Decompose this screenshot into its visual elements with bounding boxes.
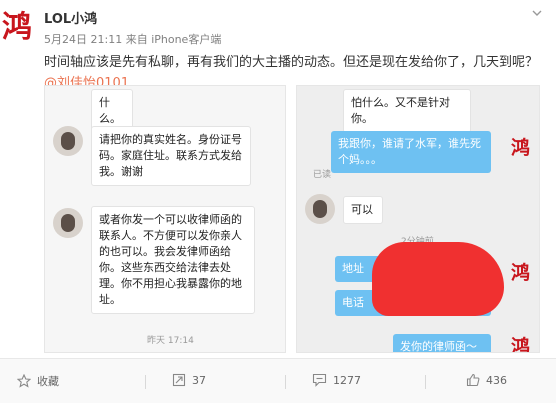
chevron-down-icon[interactable] [532, 10, 542, 17]
chat-text: 发你的律师函～ [400, 340, 477, 353]
chat-bubble: 怕什么。又不是针对你。 [343, 89, 471, 133]
chat-text: 电话 [342, 296, 364, 309]
username[interactable]: LOL小鸿 [44, 8, 97, 27]
favorite-label: 收藏 [37, 375, 59, 388]
chat-bubble: 请把你的真实姓名。身份证号码。家庭住址。联系方式发给我。谢谢 [91, 126, 251, 186]
screenshot-left[interactable]: 什么。 请把你的真实姓名。身份证号码。家庭住址。联系方式发给我。谢谢 或者你发一… [44, 85, 286, 353]
chat-text: 什么。 [99, 96, 121, 125]
read-label: 已读 [313, 170, 332, 180]
divider [285, 375, 286, 389]
repost-icon [172, 373, 186, 387]
divider [425, 375, 426, 389]
chat-text: 可以 [351, 203, 373, 216]
comment-button[interactable]: 1277 [312, 373, 361, 387]
red-mark: 鸿 [511, 336, 531, 353]
comment-count: 1277 [333, 373, 361, 387]
avatar-mark: 鸿 [2, 10, 32, 45]
chat-text: 或者你发一个可以收律师函的联系人。不方便可以发你亲人的也可以。我会发律师函给你。… [99, 213, 242, 306]
post-body: 时间轴应该是先有私聊，再有我们的大主播的动态。但还是现在发给你了，几天到呢？ [44, 55, 539, 70]
repost-button[interactable]: 37 [172, 373, 206, 387]
chat-text: 怕什么。又不是针对你。 [351, 96, 450, 125]
chat-text: 请把你的真实姓名。身份证号码。家庭住址。联系方式发给我。谢谢 [99, 133, 242, 178]
avatar [53, 208, 83, 238]
like-count: 436 [486, 373, 507, 387]
divider [145, 375, 146, 389]
action-bar: 收藏 37 1277 436 [0, 358, 556, 403]
red-mark: 鸿 [511, 137, 531, 159]
chat-text: 地址 [342, 262, 364, 275]
chat-bubble: 可以 [343, 196, 383, 224]
chat-bubble-self: 发你的律师函～ [393, 334, 491, 353]
star-icon [17, 374, 31, 388]
like-button[interactable]: 436 [466, 373, 507, 387]
chat-text: 我跟你，谁请了水军，谁先死个妈。。。 [338, 137, 481, 166]
avatar [53, 126, 83, 156]
source: 来自 iPhone客户端 [125, 33, 222, 46]
comment-icon [312, 373, 327, 387]
screenshot-right[interactable]: 怕什么。又不是针对你。 我跟你，谁请了水军，谁先死个妈。。。 鸿 已读 可以 2… [296, 85, 540, 353]
favorite-button[interactable]: 收藏 [17, 373, 59, 389]
avatar [305, 194, 335, 224]
timestamp[interactable]: 5月24日 21:11 [44, 33, 122, 46]
thumbs-up-icon [466, 373, 480, 387]
chat-bubble: 或者你发一个可以收律师函的联系人。不方便可以发你亲人的也可以。我会发律师函给你。… [91, 206, 255, 314]
repost-count: 37 [192, 373, 206, 387]
chat-bubble-self: 我跟你，谁请了水军，谁先死个妈。。。 [331, 131, 491, 173]
post-meta: 5月24日 21:11 来自 iPhone客户端 [44, 31, 221, 47]
redaction-scribble [372, 242, 504, 316]
chat-time: 昨天 17:14 [147, 336, 194, 346]
red-mark: 鸿 [511, 262, 531, 284]
